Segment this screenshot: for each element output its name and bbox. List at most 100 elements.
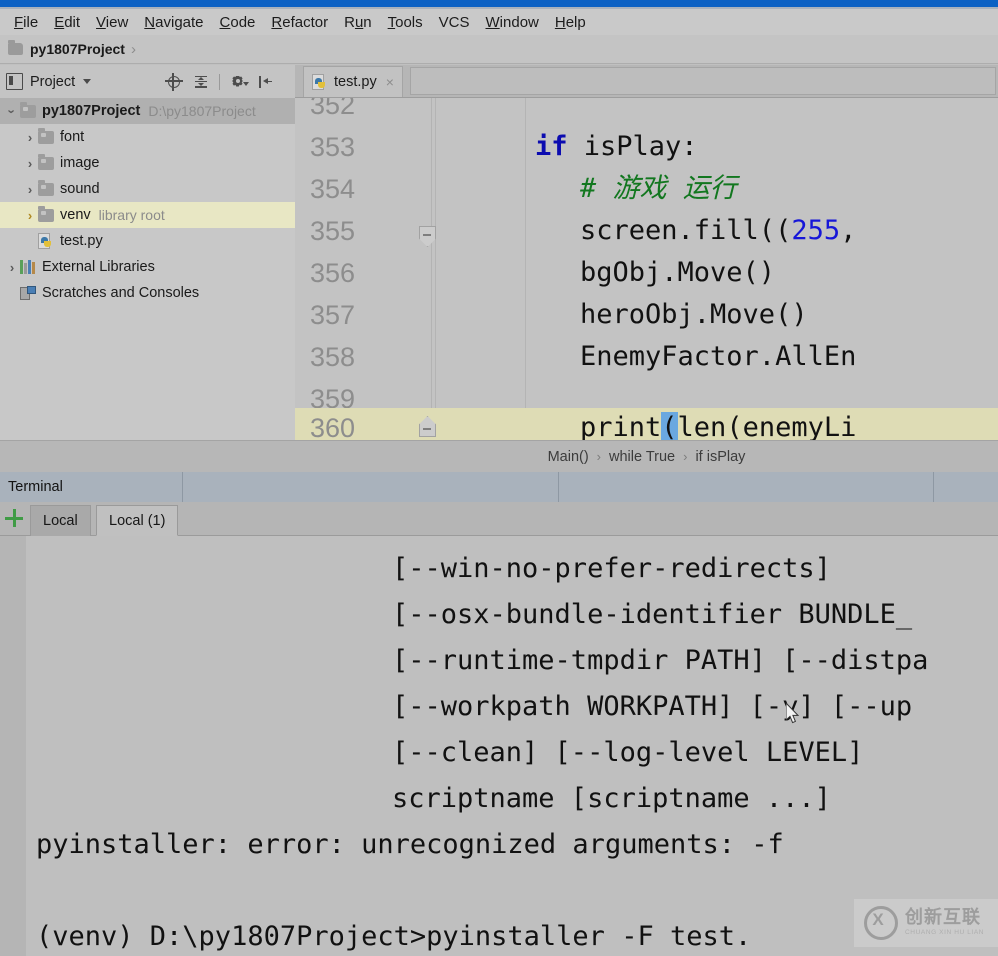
python-file-icon [38, 233, 54, 249]
editor-tab-empty-area [410, 67, 996, 95]
tree-item-external-libraries[interactable]: › External Libraries [0, 254, 295, 280]
line-number: 354 [309, 174, 355, 204]
pycharm-window: File Edit View Navigate Code Refactor Ru… [0, 0, 998, 956]
chevron-placeholder: › [22, 234, 38, 249]
tree-item-image[interactable]: › image [0, 150, 295, 176]
menu-label-edit: dit [64, 13, 81, 31]
code-text: if isPlay: [535, 131, 698, 162]
hide-panel-icon[interactable] [256, 73, 274, 91]
code-text: print(len(enemyLi [580, 408, 856, 440]
breadcrumb-item-if-isplay[interactable]: if isPlay [695, 449, 745, 465]
chevron-right-icon[interactable]: › [22, 130, 38, 145]
code-text: bgObj.Move() [580, 257, 776, 288]
terminal-line: [--clean] [--log-level LEVEL] [392, 737, 864, 768]
tree-item-label: image [60, 155, 100, 171]
line-number: 356 [309, 258, 355, 288]
close-icon[interactable]: × [386, 75, 394, 89]
menu-label-vcs: VCS [438, 13, 470, 31]
chevron-down-icon[interactable] [83, 79, 92, 84]
editor-line-354[interactable]: 354 # 游戏 运行 [295, 168, 998, 210]
code-text: heroObj.Move() [580, 299, 808, 330]
editor-line-352[interactable]: 352 [295, 98, 998, 126]
add-icon[interactable] [4, 508, 24, 528]
breadcrumb-separator: › [683, 449, 688, 464]
editor-tab-label: test.py [334, 74, 377, 90]
tree-item-label: sound [60, 181, 100, 197]
terminal-error-line: pyinstaller: error: unrecognized argumen… [36, 829, 784, 860]
menu-item-vcs[interactable]: VCS [431, 12, 478, 33]
breadcrumb-separator: › [596, 449, 602, 464]
menu-label-navigate: avigate [155, 13, 204, 31]
menu-label-view: iew [105, 13, 129, 31]
folder-icon [20, 101, 36, 118]
terminal-tab-local[interactable]: Local [30, 505, 91, 536]
terminal-line: [--workpath WORKPATH] [-y] [--up [392, 691, 913, 722]
terminal-output[interactable]: [--win-no-prefer-redirects] [--osx-bundl… [26, 536, 998, 956]
terminal-tab-local-1[interactable]: Local (1) [96, 505, 179, 536]
collapse-all-icon[interactable] [192, 73, 210, 91]
folder-icon [38, 179, 54, 196]
settings-gear-icon[interactable] [229, 73, 249, 91]
editor-line-356[interactable]: 356 bgObj.Move() [295, 252, 998, 294]
menu-item-run[interactable]: Run [336, 12, 380, 33]
terminal-line: [--win-no-prefer-redirects] [392, 553, 831, 584]
tree-item-py1807project[interactable]: › py1807Project D:\py1807Project [0, 98, 295, 124]
terminal-prompt-line: (venv) D:\py1807Project>pyinstaller -F t… [36, 921, 752, 952]
tree-item-font[interactable]: › font [0, 124, 295, 150]
chevron-right-icon[interactable]: › [22, 156, 38, 171]
breadcrumb-item-main[interactable]: Main() [548, 449, 589, 465]
chevron-right-icon[interactable]: › [4, 260, 20, 275]
tree-item-label: Scratches and Consoles [42, 285, 200, 301]
editor-line-353[interactable]: 353 if isPlay: [295, 126, 998, 168]
tree-item-label: External Libraries [42, 259, 155, 275]
tree-item-venv[interactable]: › venv library root [0, 202, 295, 228]
project-panel-title[interactable]: Project [30, 74, 75, 90]
menu-item-help[interactable]: Help [547, 12, 594, 33]
menu-item-navigate[interactable]: Navigate [136, 12, 211, 33]
chevron-right-icon[interactable]: › [22, 182, 38, 197]
editor-line-357[interactable]: 357 heroObj.Move() [295, 294, 998, 336]
code-comment: # 游戏 运行 [580, 173, 737, 204]
terminal-title-label[interactable]: Terminal [8, 472, 63, 502]
navigation-bar: py1807Project › [0, 35, 998, 64]
menu-label-help: elp [565, 13, 586, 31]
tree-item-badge: library root [98, 207, 165, 223]
folder-icon [38, 127, 54, 144]
folder-icon [38, 153, 54, 170]
line-number: 360 [309, 413, 355, 440]
editor-tab-bar: test.py × [295, 65, 998, 98]
terminal-line: [--runtime-tmpdir PATH] [--distpa [392, 645, 929, 676]
menu-item-window[interactable]: Window [478, 12, 547, 33]
chevron-down-icon[interactable]: › [5, 103, 20, 119]
menu-item-view[interactable]: View [88, 12, 136, 33]
menu-item-refactor[interactable]: Refactor [263, 12, 336, 33]
menu-item-tools[interactable]: Tools [380, 12, 431, 33]
breadcrumb-item-while-true[interactable]: while True [609, 449, 675, 465]
editor-line-355[interactable]: 355 screen.fill((255, [295, 210, 998, 252]
divider [182, 472, 183, 502]
watermark-en-text: CHUANG XIN HU LIAN [905, 929, 985, 937]
code-text: screen.fill((255, [580, 215, 857, 246]
watermark: 创新互联 CHUANG XIN HU LIAN [854, 899, 998, 947]
line-number: 353 [309, 132, 355, 162]
window-title-bar [0, 0, 998, 7]
menu-item-file[interactable]: File [6, 12, 46, 33]
tree-item-label: venv [60, 207, 91, 223]
navbar-separator: › [130, 40, 136, 58]
editor-line-360[interactable]: 360 print(len(enemyLi [295, 408, 998, 440]
tree-item-test-py[interactable]: › test.py [0, 228, 295, 254]
chevron-right-icon[interactable]: › [22, 208, 38, 223]
menu-item-code[interactable]: Code [212, 12, 264, 33]
editor-line-358[interactable]: 358 EnemyFactor.AllEn [295, 336, 998, 378]
navbar-project-crumb[interactable]: py1807Project [30, 41, 125, 57]
tree-item-path: D:\py1807Project [148, 103, 256, 119]
editor-tab-test-py[interactable]: test.py × [303, 66, 403, 97]
mouse-cursor [786, 703, 800, 724]
tree-item-scratches-and-consoles[interactable]: Scratches and Consoles [0, 280, 295, 306]
menu-item-edit[interactable]: Edit [46, 12, 88, 33]
code-editor[interactable]: 352 353 if isPlay: 354 # 游戏 运行 355 scree… [295, 98, 998, 440]
tree-item-sound[interactable]: › sound [0, 176, 295, 202]
line-number: 357 [309, 300, 355, 330]
folder-icon [8, 40, 23, 55]
locate-icon[interactable] [165, 72, 183, 91]
